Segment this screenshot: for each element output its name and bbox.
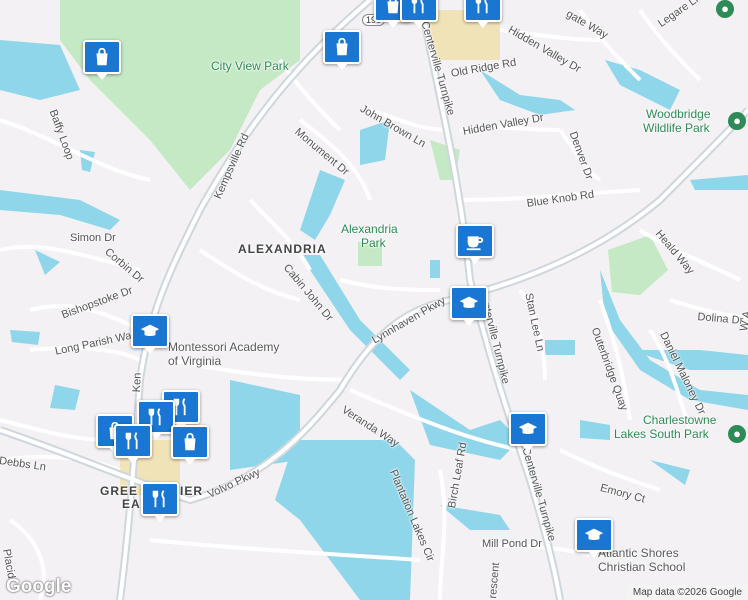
street-label-mill-pond: Mill Pond Dr (482, 538, 542, 550)
school-label-montessori-2[interactable]: of Virginia (168, 354, 221, 368)
park-marker-icon[interactable]: ● (716, 0, 734, 18)
place-label-alexandria: ALEXANDRIA (238, 242, 327, 256)
fork-knife-icon (475, 0, 488, 14)
restaurant-marker[interactable] (141, 482, 179, 522)
park-label-charlestowne-2[interactable]: Lakes South Park (614, 427, 709, 441)
park-label-alexandria-2[interactable]: Park (361, 236, 386, 250)
shopping-bag-icon (336, 37, 348, 56)
school-label-atlantic-2[interactable]: Christian School (598, 560, 685, 574)
graduation-cap-icon (584, 528, 604, 541)
park-marker-icon[interactable]: ● (728, 425, 746, 443)
shopping-marker[interactable] (171, 425, 209, 465)
park-label-woodbridge-1[interactable]: Woodbridge (646, 107, 711, 121)
fork-knife-icon (411, 0, 424, 14)
place-label-greenbrier-part1: GREE (100, 484, 139, 498)
restaurant-marker[interactable] (464, 0, 502, 28)
map-attribution[interactable]: Map data ©2026 Google (626, 585, 748, 600)
google-logo: Google (6, 576, 72, 597)
park-label-city-view[interactable]: City View Park (211, 59, 289, 73)
shopping-marker[interactable] (83, 40, 121, 80)
street-label-simon: Simon Dr (70, 232, 116, 244)
street-label-kempsville-rd-lower: Ken (131, 372, 144, 393)
restaurant-marker[interactable] (114, 424, 152, 464)
school-label-montessori-1[interactable]: Montessori Academy (168, 340, 279, 354)
school-marker[interactable] (131, 314, 169, 354)
shopping-bag-icon (96, 47, 108, 66)
graduation-cap-icon (459, 296, 479, 309)
graduation-cap-icon (140, 324, 160, 337)
park-marker-icon[interactable]: ● (728, 112, 746, 130)
park-label-woodbridge-2[interactable]: Wildlife Park (643, 121, 710, 135)
coffee-cup-icon (466, 236, 484, 251)
map-view[interactable]: 190 ALEXANDRIA GREE IER EA City View Par… (0, 0, 748, 600)
graduation-cap-icon (518, 422, 538, 435)
fork-knife-icon (125, 432, 138, 450)
shopping-bag-icon (184, 432, 196, 451)
school-marker[interactable] (575, 518, 613, 558)
park-label-alexandria-1[interactable]: Alexandria (341, 222, 398, 236)
restaurant-marker[interactable] (400, 0, 438, 28)
fork-knife-icon (152, 490, 165, 508)
park-label-charlestowne-1[interactable]: Charlestowne (643, 413, 716, 427)
place-label-greenbrier-line2: EA (122, 497, 141, 511)
place-label-greenbrier-part2: IER (180, 484, 204, 498)
shopping-marker[interactable] (323, 30, 361, 70)
school-marker[interactable] (450, 286, 488, 326)
cafe-marker[interactable] (456, 224, 494, 264)
school-marker[interactable] (509, 412, 547, 452)
